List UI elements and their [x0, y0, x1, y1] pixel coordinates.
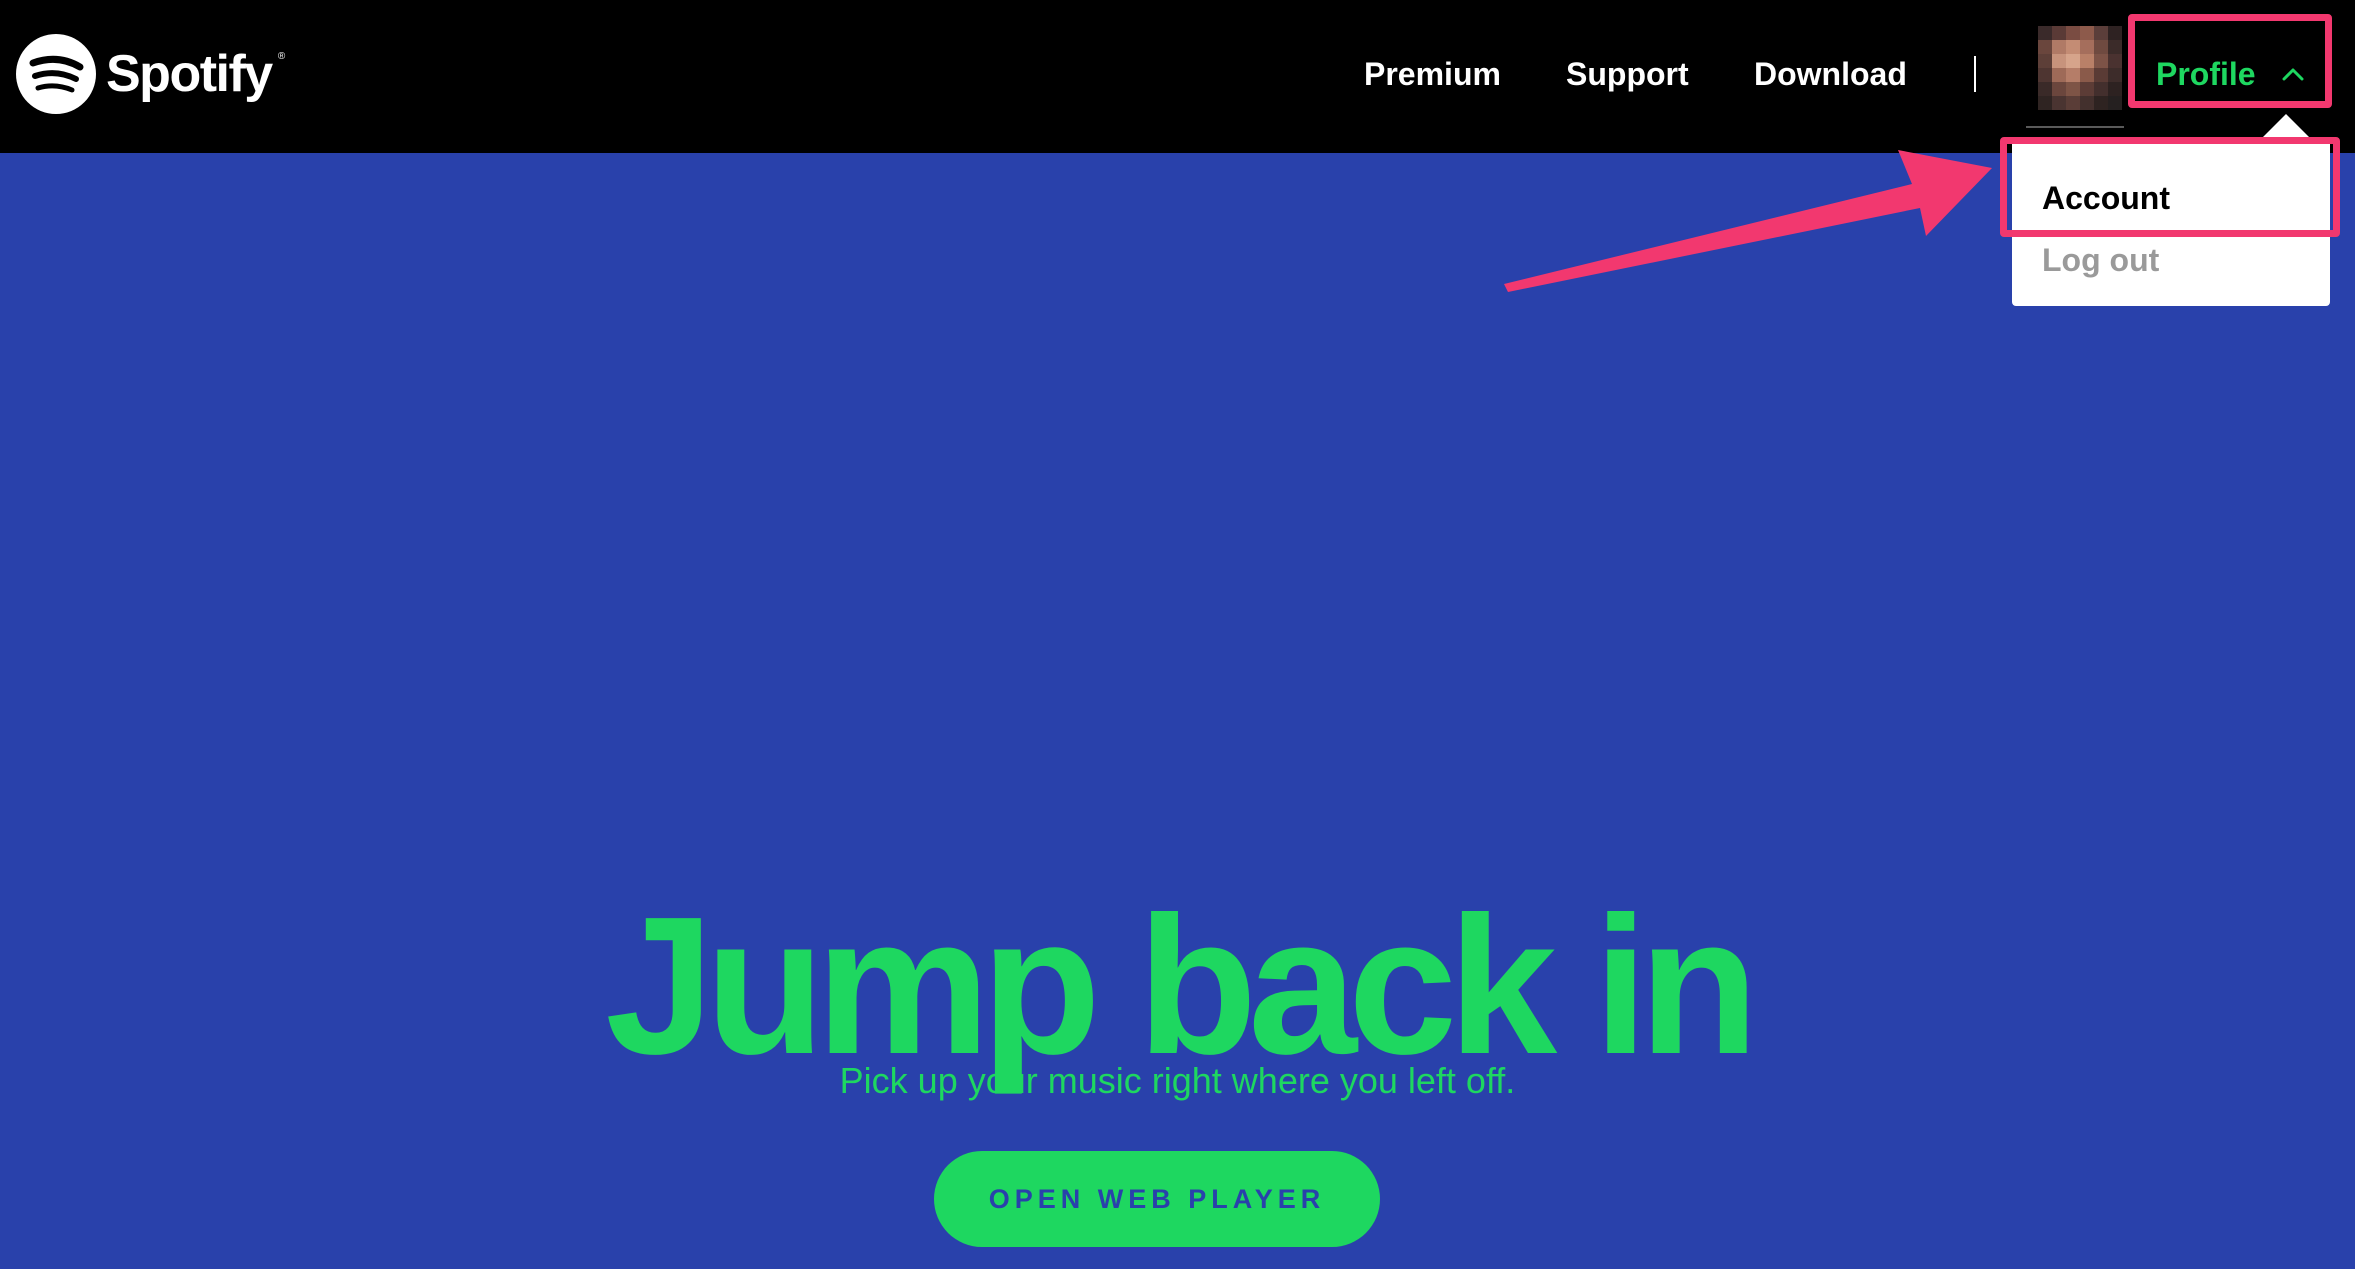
dropdown-caret: [2262, 114, 2310, 138]
spotify-logo[interactable]: Spotify ®: [16, 33, 285, 115]
menu-item-log-out[interactable]: Log out: [2042, 238, 2159, 282]
open-web-player-button[interactable]: OPEN WEB PLAYER: [934, 1151, 1380, 1247]
avatar-underline: [2026, 126, 2124, 128]
nav-support-link[interactable]: Support: [1566, 52, 1689, 96]
logo-wordmark-text: Spotify: [106, 45, 273, 103]
registered-mark: ®: [277, 51, 285, 62]
logo-wordmark: Spotify ®: [106, 45, 285, 103]
nav-download-link[interactable]: Download: [1754, 52, 1907, 96]
spotify-logo-icon: [16, 34, 96, 114]
nav-divider: [1974, 56, 1976, 92]
user-avatar[interactable]: [2038, 26, 2122, 110]
top-navbar: Spotify ® Premium Support Download Profil…: [0, 0, 2355, 153]
hero-subtitle: Pick up your music right where you left …: [839, 1060, 1516, 1101]
account-highlight-box: [2000, 137, 2340, 237]
profile-highlight-box: [2128, 14, 2332, 108]
nav-premium-link[interactable]: Premium: [1364, 52, 1501, 96]
